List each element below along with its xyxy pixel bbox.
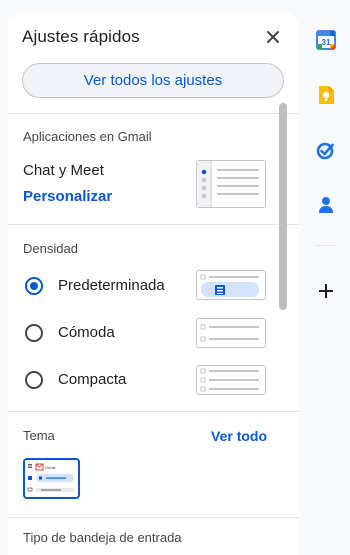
density-comfortable-thumbnail[interactable] — [196, 318, 266, 348]
radio-comfortable[interactable] — [25, 324, 43, 342]
view-all-themes-link[interactable]: Ver todo — [211, 428, 267, 444]
theme-preview-illustration: Gmail — [27, 463, 74, 492]
density-compact-illustration — [200, 368, 259, 392]
see-all-settings-button[interactable]: Ver todos los ajustes — [22, 63, 284, 98]
density-default-illustration — [200, 274, 259, 297]
panel-scrollbar[interactable] — [279, 103, 287, 310]
theme-default-thumbnail[interactable]: Gmail — [23, 458, 80, 499]
chat-meet-label: Chat y Meet — [23, 162, 104, 179]
keep-icon — [319, 86, 334, 104]
quick-settings-panel: Ajustes rápidos Ver todos los ajustes Ap… — [8, 12, 299, 555]
theme-section-label: Tema — [23, 428, 55, 443]
radio-default[interactable] — [25, 277, 43, 295]
density-option-comfortable[interactable]: Cómoda — [23, 321, 193, 345]
apps-layout-thumbnail[interactable] — [196, 160, 266, 208]
quick-settings-header: Ajustes rápidos Ver todos los ajustes — [8, 12, 299, 114]
density-option-label: Cómoda — [58, 324, 115, 341]
tasks-icon — [316, 142, 334, 160]
quick-settings-title: Ajustes rápidos — [22, 27, 140, 46]
inbox-type-section-label: Tipo de bandeja de entrada — [23, 530, 182, 545]
theme-section-divider — [8, 517, 299, 518]
density-section-divider — [8, 411, 299, 412]
density-section-label: Densidad — [23, 241, 78, 256]
close-button[interactable] — [263, 27, 283, 47]
customize-link[interactable]: Personalizar — [23, 188, 112, 205]
density-default-thumbnail[interactable] — [196, 270, 266, 300]
calendar-button[interactable]: 31 — [315, 29, 337, 51]
density-option-compact[interactable]: Compacta — [23, 368, 193, 392]
keep-button[interactable] — [315, 84, 337, 106]
close-icon — [267, 31, 279, 43]
side-rail-divider — [315, 245, 337, 246]
radio-compact[interactable] — [25, 371, 43, 389]
density-compact-thumbnail[interactable] — [196, 365, 266, 395]
calendar-icon: 31 — [316, 30, 336, 50]
theme-brand-text: Gmail — [45, 465, 56, 470]
apps-section-divider — [8, 224, 299, 225]
header-divider — [8, 113, 299, 114]
density-option-label: Compacta — [58, 371, 127, 388]
plus-icon — [319, 284, 333, 298]
apps-layout-illustration — [197, 161, 259, 207]
add-app-button[interactable] — [315, 280, 337, 302]
calendar-day-text: 31 — [322, 38, 331, 47]
contacts-icon — [319, 197, 333, 213]
contacts-button[interactable] — [315, 194, 337, 216]
density-option-default[interactable]: Predeterminada — [23, 274, 193, 298]
density-comfortable-illustration — [200, 324, 259, 342]
tasks-button[interactable] — [315, 139, 337, 161]
density-option-label: Predeterminada — [58, 277, 165, 294]
apps-section-label: Aplicaciones en Gmail — [23, 129, 152, 144]
